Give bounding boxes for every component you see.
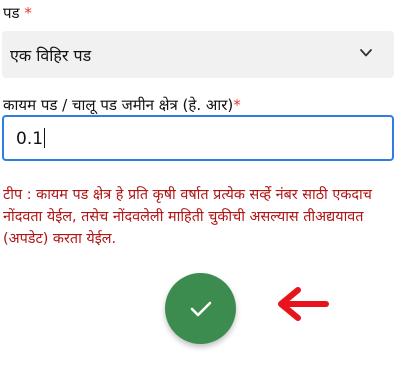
text-cursor (44, 128, 46, 148)
pad-type-selected-value: एक विहिर पड (10, 46, 92, 65)
pad-field-label: पड * (3, 3, 32, 23)
area-input-value: 0.1 (16, 128, 46, 149)
chevron-down-icon (360, 49, 372, 57)
required-mark: * (24, 4, 32, 22)
area-label-text: कायम पड / चालू पड जमीन क्षेत्र (हे. आर) (3, 96, 234, 114)
area-input[interactable]: 0.1 (2, 115, 394, 161)
required-mark: * (233, 96, 241, 114)
pad-type-dropdown[interactable]: एक विहिर पड (2, 31, 394, 78)
submit-button[interactable] (165, 273, 236, 344)
pad-label-text: पड (3, 4, 20, 22)
area-field-label: कायम पड / चालू पड जमीन क्षेत्र (हे. आर)* (3, 95, 241, 115)
checkmark-icon (190, 301, 211, 316)
red-arrow-icon (278, 287, 329, 321)
note-text: टीप : कायम पड क्षेत्र हे प्रति कृषी वर्ष… (3, 187, 372, 247)
